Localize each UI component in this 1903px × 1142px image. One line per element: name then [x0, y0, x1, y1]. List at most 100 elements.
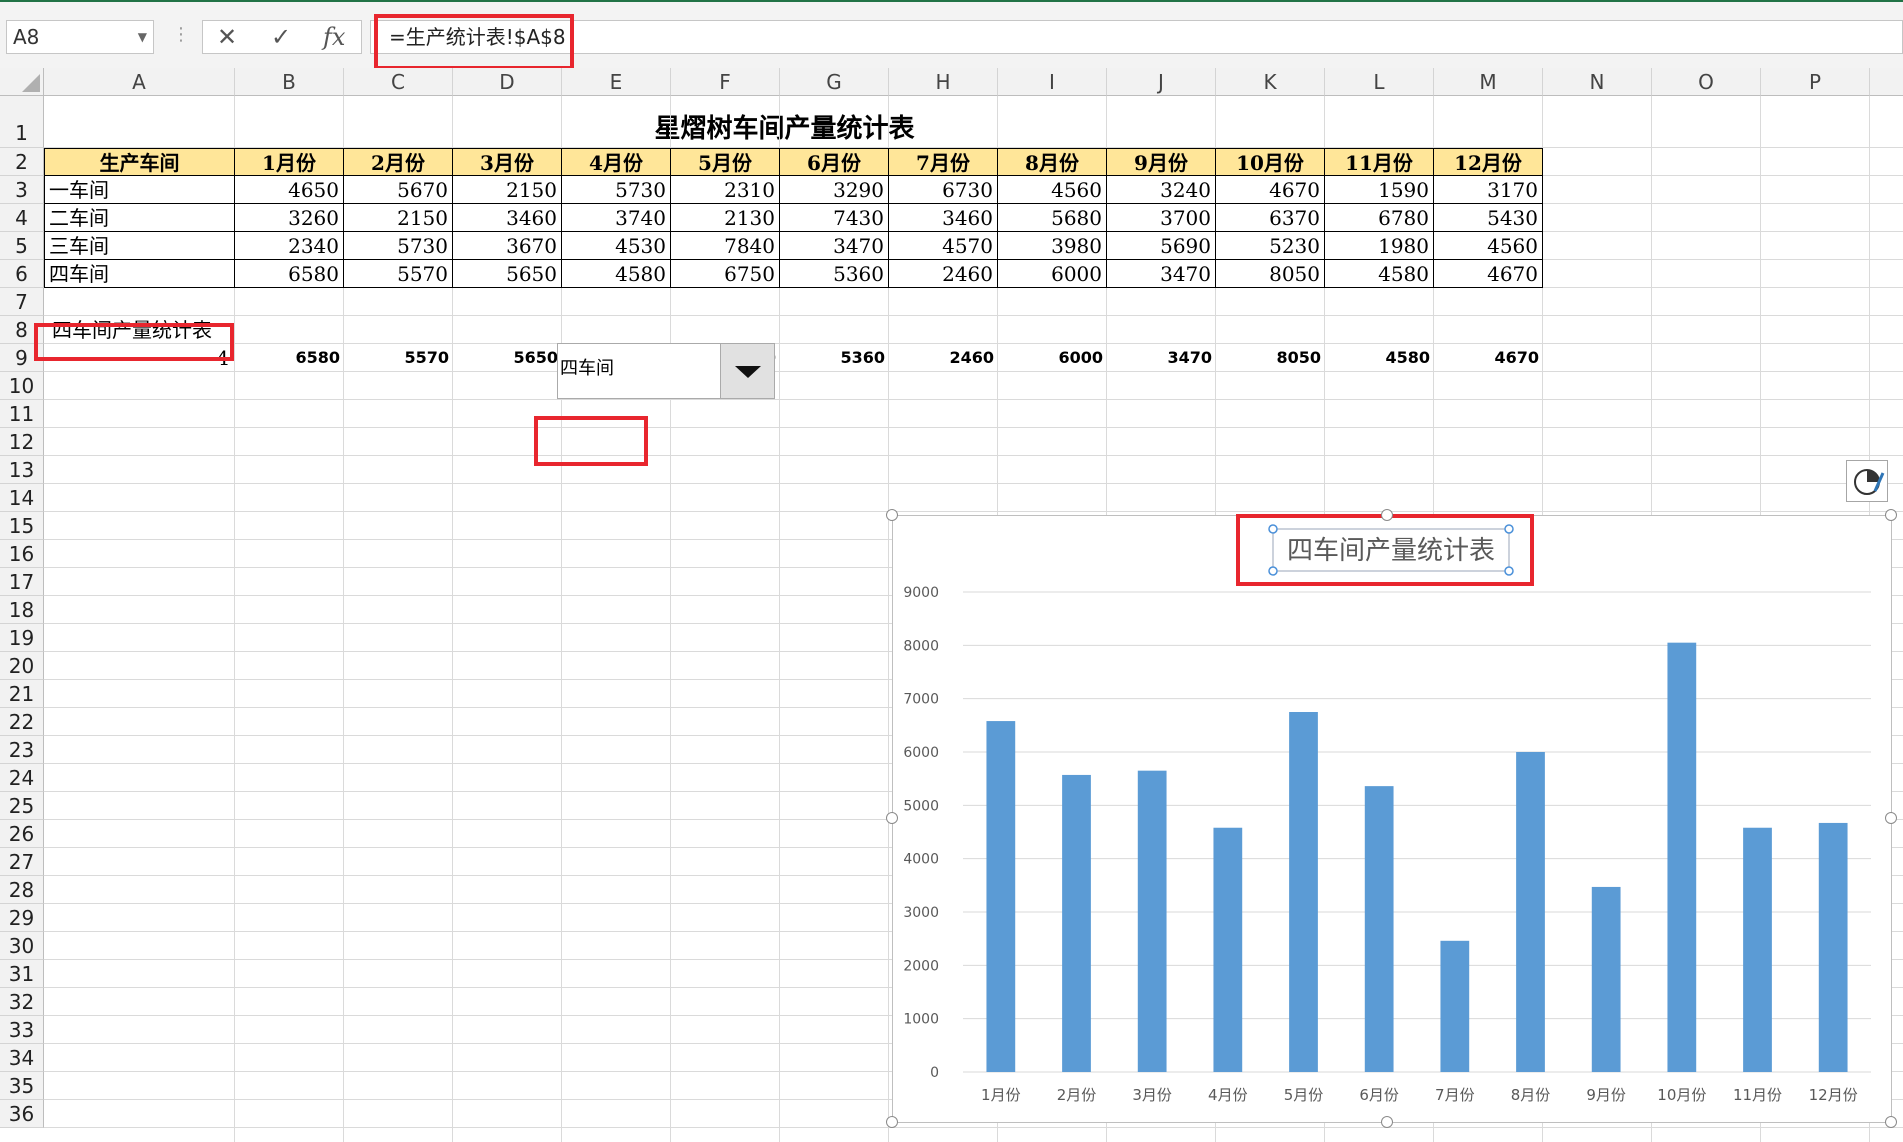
data-cell[interactable]: 8050	[1216, 260, 1325, 288]
chart-resize-handle[interactable]	[1885, 1116, 1897, 1128]
data-cell[interactable]: 3170	[1434, 176, 1543, 204]
row-header[interactable]: 10	[0, 372, 44, 400]
data-cell[interactable]: 4670	[1216, 176, 1325, 204]
enter-icon[interactable]: ✓	[271, 23, 291, 51]
column-header[interactable]: N	[1543, 68, 1652, 96]
row9-value-cell[interactable]: 6000	[998, 344, 1107, 372]
data-cell[interactable]: 3290	[780, 176, 889, 204]
data-cell[interactable]: 6000	[998, 260, 1107, 288]
data-cell[interactable]: 4530	[562, 232, 671, 260]
row-header[interactable]: 14	[0, 484, 44, 512]
data-cell[interactable]: 5360	[780, 260, 889, 288]
row-header[interactable]: 12	[0, 428, 44, 456]
row9-value-cell[interactable]: 4670	[1434, 344, 1543, 372]
data-cell[interactable]: 4580	[562, 260, 671, 288]
data-cell[interactable]: 3470	[1107, 260, 1216, 288]
name-box[interactable]: A8 ▼	[6, 20, 154, 54]
combo-dropdown-button[interactable]	[720, 344, 774, 398]
row-header[interactable]: 4	[0, 204, 44, 232]
row-header[interactable]: 13	[0, 456, 44, 484]
data-cell[interactable]: 5680	[998, 204, 1107, 232]
data-cell[interactable]: 3460	[889, 204, 998, 232]
row-header[interactable]: 28	[0, 876, 44, 904]
row-header[interactable]: 5	[0, 232, 44, 260]
data-cell[interactable]: 2310	[671, 176, 780, 204]
row9-value-cell[interactable]: 5650	[453, 344, 562, 372]
row-header[interactable]: 15	[0, 512, 44, 540]
column-header[interactable]: L	[1325, 68, 1434, 96]
column-header[interactable]: I	[998, 68, 1107, 96]
data-cell[interactable]: 4650	[235, 176, 344, 204]
column-header[interactable]: B	[235, 68, 344, 96]
data-cell[interactable]: 2150	[453, 176, 562, 204]
row-header[interactable]: 17	[0, 568, 44, 596]
data-cell[interactable]: 1980	[1325, 232, 1434, 260]
row9-value-cell[interactable]: 2460	[889, 344, 998, 372]
table-header-cell[interactable]: 3月份	[453, 148, 562, 176]
data-cell[interactable]: 1590	[1325, 176, 1434, 204]
cancel-icon[interactable]: ✕	[217, 23, 237, 51]
column-header[interactable]: P	[1761, 68, 1870, 96]
row-header[interactable]: 21	[0, 680, 44, 708]
row9-value-cell[interactable]: 5570	[344, 344, 453, 372]
table-header-cell[interactable]: 8月份	[998, 148, 1107, 176]
row-header[interactable]: 33	[0, 1016, 44, 1044]
table-header-cell[interactable]: 5月份	[671, 148, 780, 176]
column-header[interactable]: A	[44, 68, 235, 96]
chart-styles-icon[interactable]	[1846, 460, 1888, 502]
row-header[interactable]: 25	[0, 792, 44, 820]
row-header[interactable]: 31	[0, 960, 44, 988]
data-cell[interactable]: 6750	[671, 260, 780, 288]
data-cell[interactable]: 5690	[1107, 232, 1216, 260]
table-header-cell[interactable]: 12月份	[1434, 148, 1543, 176]
workshop-combo-box[interactable]: 四车间	[557, 343, 775, 399]
chart-resize-handle[interactable]	[886, 1116, 898, 1128]
row-header[interactable]: 20	[0, 652, 44, 680]
column-header[interactable]: M	[1434, 68, 1543, 96]
data-cell[interactable]: 3240	[1107, 176, 1216, 204]
column-header[interactable]: G	[780, 68, 889, 96]
data-cell[interactable]: 7840	[671, 232, 780, 260]
data-cell[interactable]: 6730	[889, 176, 998, 204]
row-header[interactable]: 22	[0, 708, 44, 736]
data-cell[interactable]: 5670	[344, 176, 453, 204]
data-cell[interactable]: 5430	[1434, 204, 1543, 232]
chart-resize-handle[interactable]	[886, 509, 898, 521]
row-header[interactable]: 2	[0, 148, 44, 176]
workshop-name-cell[interactable]: 四车间	[44, 260, 235, 288]
row9-value-cell[interactable]: 4580	[1325, 344, 1434, 372]
data-cell[interactable]: 5730	[562, 176, 671, 204]
data-cell[interactable]: 7430	[780, 204, 889, 232]
chart-resize-handle[interactable]	[886, 812, 898, 824]
formula-input[interactable]: =生产统计表!$A$8	[370, 20, 1903, 54]
column-header[interactable]: C	[344, 68, 453, 96]
row-header[interactable]: 34	[0, 1044, 44, 1072]
data-cell[interactable]: 6580	[235, 260, 344, 288]
data-cell[interactable]: 5650	[453, 260, 562, 288]
row9-value-cell[interactable]: 5360	[780, 344, 889, 372]
table-header-cell[interactable]: 6月份	[780, 148, 889, 176]
row-header[interactable]: 30	[0, 932, 44, 960]
column-header[interactable]: O	[1652, 68, 1761, 96]
data-cell[interactable]: 3670	[453, 232, 562, 260]
row-header[interactable]: 18	[0, 596, 44, 624]
column-header[interactable]: E	[562, 68, 671, 96]
data-cell[interactable]: 4580	[1325, 260, 1434, 288]
column-header[interactable]: K	[1216, 68, 1325, 96]
data-cell[interactable]: 4560	[1434, 232, 1543, 260]
data-cell[interactable]: 2340	[235, 232, 344, 260]
table-header-cell[interactable]: 10月份	[1216, 148, 1325, 176]
data-cell[interactable]: 4570	[889, 232, 998, 260]
workshop-name-cell[interactable]: 一车间	[44, 176, 235, 204]
workshop-name-cell[interactable]: 二车间	[44, 204, 235, 232]
data-cell[interactable]: 3460	[453, 204, 562, 232]
column-header[interactable]: H	[889, 68, 998, 96]
data-cell[interactable]: 5570	[344, 260, 453, 288]
row-header[interactable]: 26	[0, 820, 44, 848]
data-cell[interactable]: 3700	[1107, 204, 1216, 232]
column-header[interactable]: Q	[1870, 68, 1903, 96]
workshop-name-cell[interactable]: 三车间	[44, 232, 235, 260]
row-header[interactable]: 3	[0, 176, 44, 204]
data-cell[interactable]: 5230	[1216, 232, 1325, 260]
row-header[interactable]: 19	[0, 624, 44, 652]
